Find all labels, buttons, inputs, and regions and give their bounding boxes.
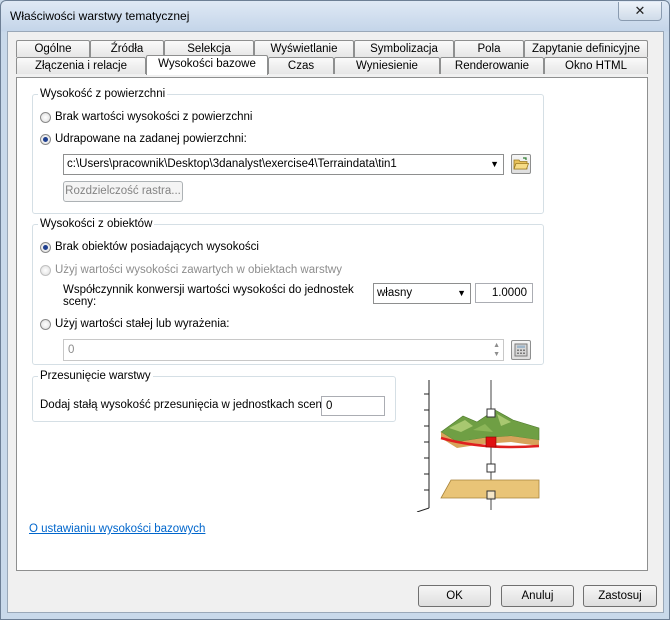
- close-button[interactable]: ✕: [618, 2, 662, 21]
- close-icon: ✕: [634, 3, 646, 18]
- dialog-client-area: Ogólne Źródła Selekcja Wyświetlanie Symb…: [7, 31, 664, 613]
- conversion-factor-label: Współczynnik konwersji wartości wysokośc…: [63, 284, 354, 308]
- browse-surface-button[interactable]: [511, 154, 531, 174]
- conversion-unit-dropdown[interactable]: własny ▼: [373, 283, 471, 304]
- dialog-window: Właściwości warstwy tematycznej ✕ Ogólne…: [0, 0, 670, 620]
- offset-input[interactable]: 0: [321, 396, 385, 416]
- cancel-button[interactable]: Anuluj: [501, 585, 574, 607]
- base-heights-panel: Wysokość z powierzchni Brak wartości wys…: [16, 77, 648, 571]
- radio-use-feature-heights-label: Użyj wartości wysokości zawartych w obie…: [55, 264, 342, 276]
- expression-builder-button[interactable]: [511, 340, 531, 360]
- tab-time[interactable]: Czas: [268, 57, 334, 74]
- base-heights-preview-image: [413, 380, 543, 512]
- tab-html-popup[interactable]: Okno HTML: [544, 57, 648, 74]
- radio-use-feature-heights[interactable]: Użyj wartości wysokości zawartych w obie…: [40, 264, 342, 276]
- radio-use-expression[interactable]: Użyj wartości stałej lub wyrażenia:: [40, 318, 229, 330]
- surface-heights-legend: Wysokość z powierzchni: [40, 88, 166, 100]
- radio-draped-on-surface[interactable]: Udrapowane na zadanej powierzchni:: [40, 133, 247, 145]
- window-title: Właściwości warstwy tematycznej: [10, 9, 190, 23]
- tab-definition-query[interactable]: Zapytanie definicyjne: [524, 40, 648, 57]
- dropdown-arrow-icon: ▼: [490, 159, 499, 169]
- raster-resolution-button[interactable]: Rozdzielczość rastra...: [63, 181, 183, 202]
- spinner-arrows-icon: ▲ ▼: [493, 342, 500, 358]
- tab-fields[interactable]: Pola: [454, 40, 524, 57]
- expression-value: 0: [68, 344, 75, 356]
- dropdown-arrow-icon: ▼: [457, 288, 466, 298]
- radio-no-surface-heights[interactable]: Brak wartości wysokości z powierzchni: [40, 111, 252, 123]
- title-bar: Właściwości warstwy tematycznej ✕: [1, 1, 669, 31]
- radio-no-feature-heights[interactable]: Brak obiektów posiadających wysokości: [40, 241, 259, 253]
- tab-symbology[interactable]: Symbolizacja: [354, 40, 454, 57]
- radio-no-feature-heights-label: Brak obiektów posiadających wysokości: [55, 241, 259, 253]
- tab-strip: Ogólne Źródła Selekcja Wyświetlanie Symb…: [16, 40, 648, 78]
- layer-offset-legend: Przesunięcie warstwy: [40, 370, 151, 382]
- radio-use-expression-label: Użyj wartości stałej lub wyrażenia:: [55, 318, 230, 330]
- conversion-unit-value: własny: [377, 287, 413, 299]
- open-folder-icon: [513, 157, 529, 170]
- tab-display[interactable]: Wyświetlanie: [254, 40, 354, 57]
- tab-general[interactable]: Ogólne: [16, 40, 90, 57]
- ok-button[interactable]: OK: [418, 585, 491, 607]
- calculator-icon: [514, 343, 528, 357]
- tab-base-heights[interactable]: Wysokości bazowe: [146, 55, 268, 75]
- radio-icon: [40, 318, 51, 330]
- expression-input[interactable]: 0 ▲ ▼: [63, 339, 504, 361]
- conversion-factor-input[interactable]: 1.0000: [475, 283, 533, 303]
- surface-path-value: c:\Users\pracownik\Desktop\3danalyst\exe…: [67, 158, 397, 170]
- apply-button[interactable]: Zastosuj: [583, 585, 657, 607]
- base-heights-help-link[interactable]: O ustawianiu wysokości bazowych: [29, 523, 205, 535]
- feature-heights-legend: Wysokości z obiektów: [40, 218, 153, 230]
- offset-label: Dodaj stałą wysokość przesunięcia w jedn…: [40, 399, 331, 411]
- radio-icon: [40, 264, 51, 276]
- radio-icon: [40, 111, 51, 123]
- tab-rendering[interactable]: Renderowanie: [440, 57, 544, 74]
- surface-path-dropdown[interactable]: c:\Users\pracownik\Desktop\3danalyst\exe…: [63, 154, 504, 175]
- radio-selected-icon: [40, 133, 51, 145]
- tab-extrusion[interactable]: Wyniesienie: [334, 57, 440, 74]
- tab-joins-relates[interactable]: Złączenia i relacje: [16, 57, 146, 74]
- radio-selected-icon: [40, 241, 51, 253]
- radio-draped-on-surface-label: Udrapowane na zadanej powierzchni:: [55, 133, 247, 145]
- radio-no-surface-heights-label: Brak wartości wysokości z powierzchni: [55, 111, 253, 123]
